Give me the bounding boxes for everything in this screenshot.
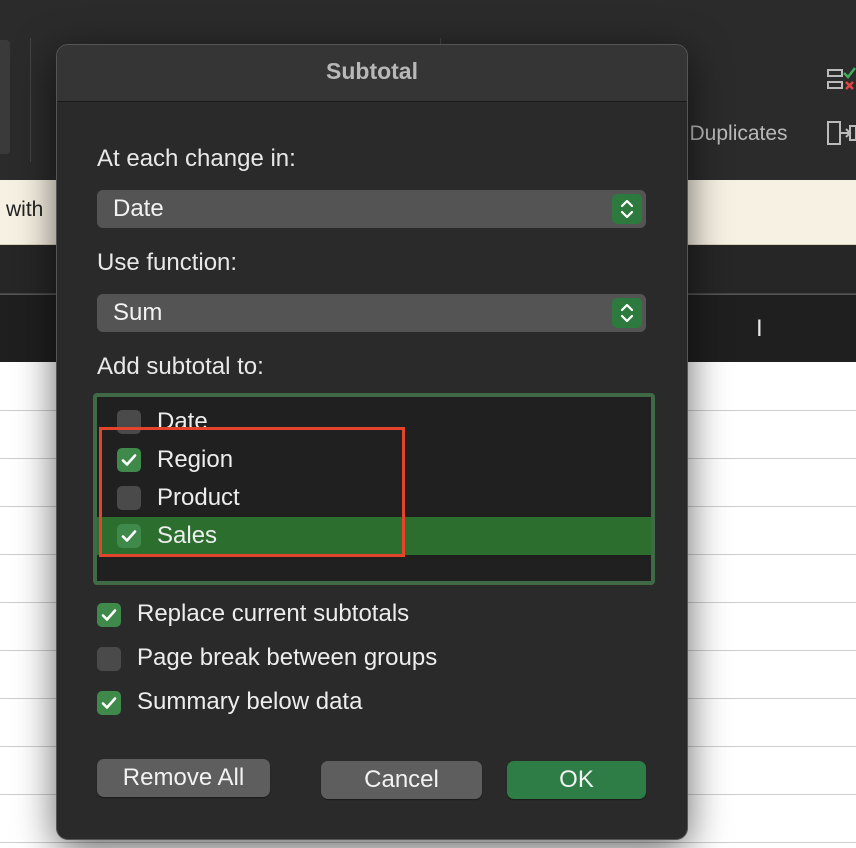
checkbox[interactable] <box>97 691 121 715</box>
list-item-label: Product <box>157 484 240 511</box>
cancel-button[interactable]: Cancel <box>321 761 482 799</box>
consolidate-icon[interactable] <box>826 118 856 148</box>
checkbox[interactable] <box>97 647 121 671</box>
column-header-letter[interactable]: I <box>756 315 763 343</box>
checkbox[interactable] <box>117 486 141 510</box>
data-validation-icon[interactable] <box>826 64 856 94</box>
use-function-select[interactable]: Sum <box>97 294 646 332</box>
dialog-title: Subtotal <box>326 58 418 84</box>
list-item[interactable]: Product <box>97 479 651 517</box>
at-each-change-select[interactable]: Date <box>97 190 646 228</box>
subtotal-columns-list[interactable]: Date Region Product Sales <box>93 393 655 585</box>
message-bar-text: with <box>6 198 44 221</box>
remove-all-button[interactable]: Remove All <box>97 759 270 797</box>
grid-row-line <box>0 842 856 843</box>
checkmark-icon <box>101 609 117 621</box>
option-label: Replace current subtotals <box>137 600 410 627</box>
add-subtotal-label: Add subtotal to: <box>97 353 264 380</box>
dialog-titlebar[interactable]: Subtotal <box>57 45 687 102</box>
updown-chevron-icon <box>612 194 642 224</box>
checkmark-icon <box>101 697 117 709</box>
list-item[interactable]: Sales <box>97 517 651 555</box>
list-item[interactable]: Date <box>97 403 651 441</box>
subtotal-dialog: Subtotal At each change in: Date Use fun… <box>56 44 688 840</box>
use-function-label: Use function: <box>97 249 238 276</box>
checkbox[interactable] <box>97 603 121 627</box>
list-item-label: Date <box>157 408 208 435</box>
option-label: Summary below data <box>137 688 363 715</box>
at-each-change-label: At each change in: <box>97 145 296 172</box>
ribbon-remove-duplicates-label[interactable]: e Duplicates <box>672 122 788 146</box>
option-label: Page break between groups <box>137 644 438 671</box>
checkbox[interactable] <box>117 524 141 548</box>
checkmark-icon <box>121 454 137 466</box>
ribbon-divider <box>30 38 31 162</box>
checkmark-icon <box>121 530 137 542</box>
updown-chevron-icon <box>612 298 642 328</box>
use-function-value: Sum <box>113 299 163 326</box>
checkbox[interactable] <box>117 410 141 434</box>
at-each-change-value: Date <box>113 195 164 222</box>
list-item-label: Sales <box>157 522 218 549</box>
list-item-label: Region <box>157 446 234 473</box>
ok-button[interactable]: OK <box>507 761 646 799</box>
checkbox[interactable] <box>117 448 141 472</box>
list-item[interactable]: Region <box>97 441 651 479</box>
ribbon-panel-edge <box>0 40 10 154</box>
